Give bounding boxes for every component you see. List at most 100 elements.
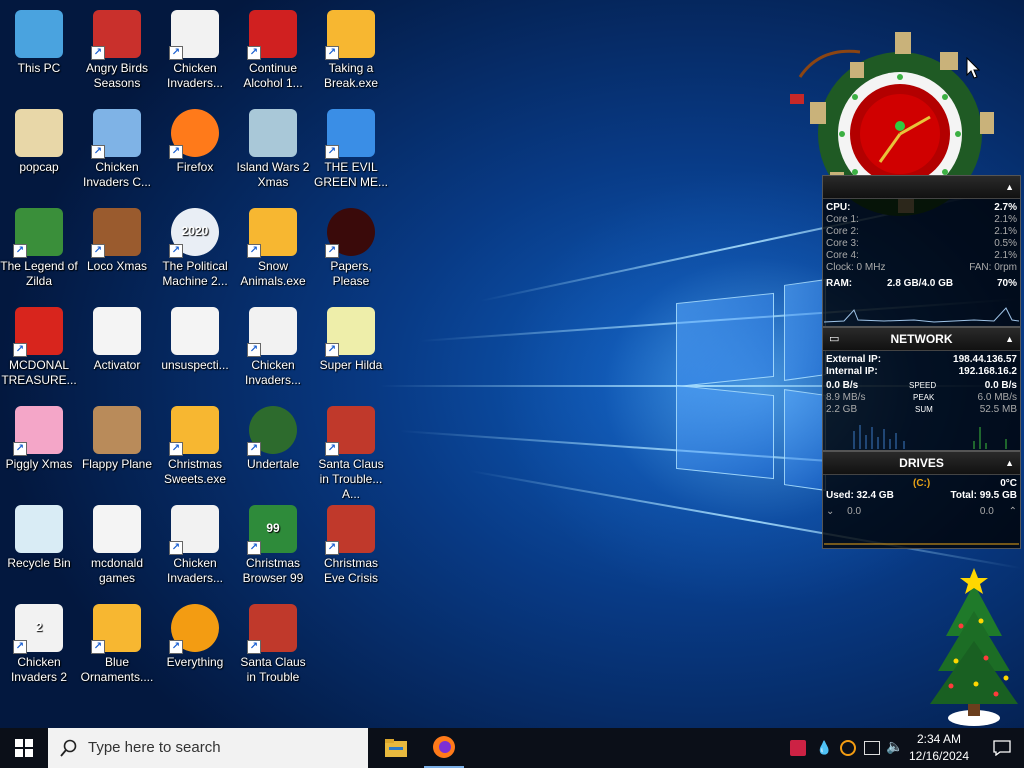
santa-icon: ↗	[247, 604, 297, 654]
angry-bird-icon: ↗	[91, 10, 141, 60]
desktop-icon[interactable]: unsuspecti...	[156, 301, 234, 393]
tray-network-icon[interactable]	[864, 741, 880, 755]
cpu-label: CPU:	[826, 202, 851, 213]
drive-write: 0.0 ⌃	[980, 506, 1017, 518]
santa-icon: ↗	[325, 505, 375, 555]
shortcut-arrow-icon: ↗	[13, 244, 27, 258]
desktop-icon[interactable]: ↗ Firefox	[156, 103, 234, 195]
drive-graph	[824, 543, 1019, 545]
desktop-icon[interactable]: ↗ Chicken Invaders...	[156, 4, 234, 96]
drive-used: Used: 32.4 GB	[826, 490, 894, 501]
drive-io-row: ⌄ 0.0 0.0 ⌃	[823, 506, 1020, 518]
desktop-icon[interactable]: ↗ Chicken Invaders C...	[78, 103, 156, 195]
collapse-arrow-icon[interactable]: ▲	[1005, 328, 1014, 350]
internal-ip-row: Internal IP: 192.168.16.2	[823, 366, 1020, 378]
desktop-icon[interactable]: ↗ MCDONAL TREASURE...	[0, 301, 78, 393]
desktop-icon[interactable]: ↗ Super Hilda	[312, 301, 390, 393]
star-icon: ↗	[325, 10, 375, 60]
desktop-icon[interactable]: ↗ The Legend of Zilda	[0, 202, 78, 294]
tray-app-icon[interactable]	[790, 740, 806, 756]
desktop-icon[interactable]: popcap	[0, 103, 78, 195]
desktop-icon[interactable]: Recycle Bin	[0, 499, 78, 591]
desktop-icon[interactable]: ↗ Christmas Eve Crisis	[312, 499, 390, 591]
christmas-tree-gadget[interactable]	[926, 566, 1022, 728]
desktop-icon[interactable]: ↗ Loco Xmas	[78, 202, 156, 294]
desktop-icon[interactable]: ↗ Chicken Invaders...	[156, 499, 234, 591]
taskbar-search-box[interactable]: Type here to search	[48, 728, 368, 768]
pig-icon: ↗	[13, 406, 63, 456]
desktop-icon[interactable]: mcdonald games	[78, 499, 156, 591]
drives-panel: DRIVES ▲ (C:) 0°C Used: 32.4 GB Total: 9…	[822, 451, 1021, 549]
ram-percent: 70%	[996, 278, 1017, 289]
tray-drop-icon[interactable]: 💧	[816, 740, 832, 756]
desktop-icon[interactable]: Island Wars 2 Xmas	[234, 103, 312, 195]
desktop-icon-label: Christmas Sweets.exe	[163, 457, 227, 486]
desktop-icon[interactable]: ↗ Continue Alcohol 1...	[234, 4, 312, 96]
file-explorer-icon	[385, 739, 407, 757]
desktop-icon-label: Blue Ornaments....	[80, 655, 154, 684]
collapse-arrow-icon[interactable]: ▲	[1005, 176, 1014, 198]
shortcut-arrow-icon: ↗	[91, 46, 105, 60]
core-label: Core 4:	[826, 250, 859, 261]
shortcut-arrow-icon: ↗	[169, 244, 183, 258]
alcohol-icon: ↗	[247, 10, 297, 60]
desktop-icon[interactable]: ↗ 2 Chicken Invaders 2	[0, 598, 78, 690]
desktop-icon-label: Piggly Xmas	[5, 457, 73, 471]
shortcut-arrow-icon: ↗	[247, 640, 261, 654]
desktop-icon[interactable]: ↗ THE EVIL GREEN ME...	[312, 103, 390, 195]
cpu-row: CPU: 2.7%	[823, 202, 1020, 214]
speed-row: 0.0 B/s SPEED 0.0 B/s	[823, 380, 1020, 392]
system-monitor-header: ▲	[823, 176, 1020, 199]
desktop-icon[interactable]: ↗ Piggly Xmas	[0, 400, 78, 492]
drive-read-value: 0.0	[847, 506, 862, 517]
core-value: 2.1%	[994, 214, 1017, 225]
start-button[interactable]	[0, 728, 48, 768]
tray-everything-icon[interactable]	[840, 740, 856, 756]
shortcut-arrow-icon: ↗	[169, 541, 183, 555]
desktop-icon[interactable]: ↗ Papers, Please	[312, 202, 390, 294]
chicken-icon: ↗	[247, 307, 297, 357]
taskbar-file-explorer[interactable]	[376, 728, 416, 768]
desktop-icon[interactable]: ↗ Everything	[156, 598, 234, 690]
drives-header: DRIVES ▲	[823, 452, 1020, 475]
notification-center-button[interactable]	[980, 728, 1024, 768]
desktop-icon[interactable]: ↗ Snow Animals.exe	[234, 202, 312, 294]
system-monitor-panel: ▲ CPU: 2.7% Core 1: 2.1% Core 2: 2.1% Core 3…	[822, 175, 1021, 327]
desktop-icon[interactable]: ↗ Santa Claus in Trouble	[234, 598, 312, 690]
file-icon	[93, 307, 141, 355]
icon-badge: 99	[266, 521, 280, 535]
shortcut-arrow-icon: ↗	[325, 541, 339, 555]
desktop-icon[interactable]: ↗ 99 Christmas Browser 99	[234, 499, 312, 591]
desktop-icon-label: Taking a Break.exe	[323, 61, 379, 90]
desktop-icon[interactable]: ↗ Blue Ornaments....	[78, 598, 156, 690]
desktop-icon[interactable]: ↗ 2020 The Political Machine 2...	[156, 202, 234, 294]
desktop-icon-label: Santa Claus in Trouble... A...	[318, 457, 384, 501]
messenger-icon: ↗	[325, 109, 375, 159]
desktop-icon-label: Christmas Eve Crisis	[323, 556, 378, 585]
desktop-icon[interactable]: ↗ Chicken Invaders...	[234, 301, 312, 393]
desktop-icon[interactable]: Flappy Plane	[78, 400, 156, 492]
shortcut-arrow-icon: ↗	[325, 46, 339, 60]
desktop-icon[interactable]: ↗ Angry Birds Seasons	[78, 4, 156, 96]
desktop-icon[interactable]: This PC	[0, 4, 78, 96]
desktop-icon[interactable]: Activator	[78, 301, 156, 393]
taskbar-clock[interactable]: 2:34 AM 12/16/2024	[900, 731, 978, 765]
search-icon	[60, 739, 77, 757]
desktop-icon[interactable]: ↗ Undertale	[234, 400, 312, 492]
clock-time: 2:34 AM	[916, 732, 962, 746]
taskbar-firefox[interactable]	[424, 728, 464, 768]
icon-badge: 2020	[181, 224, 209, 238]
core-value: 2.1%	[994, 250, 1017, 261]
desktop-icon[interactable]: ↗ Taking a Break.exe	[312, 4, 390, 96]
drives-title: DRIVES	[899, 456, 944, 470]
desktop-icon[interactable]: ↗ Santa Claus in Trouble... A...	[312, 400, 390, 501]
drive-temp: 0°C	[1000, 478, 1017, 489]
internal-ip-value: 192.168.16.2	[958, 366, 1017, 377]
external-ip-row: External IP: 198.44.136.57	[823, 354, 1020, 366]
ram-row: RAM: 2.8 GB/4.0 GB 70%	[823, 278, 1020, 290]
collapse-arrow-icon[interactable]: ▲	[1005, 452, 1014, 474]
shortcut-arrow-icon: ↗	[247, 343, 261, 357]
desktop-icon[interactable]: ↗ Christmas Sweets.exe	[156, 400, 234, 492]
desktop-icon-label: Chicken Invaders...	[166, 61, 224, 90]
desktop-icon-label: Snow Animals.exe	[240, 259, 306, 288]
